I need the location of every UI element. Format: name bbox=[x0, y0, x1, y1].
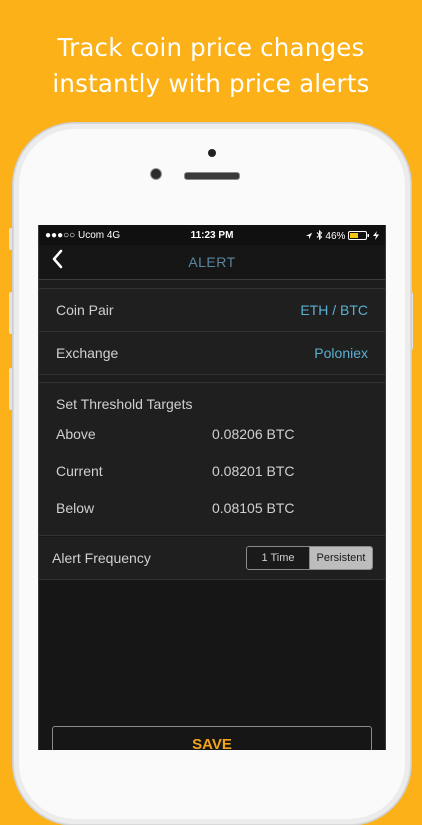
alert-frequency-label: Alert Frequency bbox=[52, 550, 151, 566]
location-arrow-icon bbox=[305, 232, 313, 240]
headline-line-2: instantly with price alerts bbox=[52, 69, 370, 98]
threshold-row-current: Current 0.08201 BTC bbox=[56, 463, 376, 483]
exchange-label: Exchange bbox=[56, 345, 119, 361]
exchange-value[interactable]: Poloniex bbox=[314, 345, 368, 361]
battery-icon bbox=[348, 231, 370, 240]
status-right: 46% bbox=[305, 229, 379, 242]
frequency-option-one-time[interactable]: 1 Time bbox=[247, 547, 310, 569]
earpiece-speaker bbox=[184, 172, 240, 180]
threshold-label: Below bbox=[56, 500, 95, 516]
page-title: ALERT bbox=[188, 254, 236, 270]
threshold-value: 0.08201 BTC bbox=[212, 463, 295, 479]
threshold-label: Above bbox=[56, 426, 96, 442]
threshold-title: Set Threshold Targets bbox=[56, 396, 193, 412]
section-gap bbox=[39, 375, 385, 382]
promo-headline: Track coin price changes instantly with … bbox=[0, 30, 422, 102]
coin-pair-label: Coin Pair bbox=[56, 302, 114, 318]
proximity-sensor bbox=[208, 149, 216, 157]
alert-frequency-segmented-control[interactable]: 1 Time Persistent bbox=[246, 546, 373, 570]
charging-bolt-icon bbox=[373, 231, 379, 240]
status-bar: ●●●○○ Ucom 4G 11:23 PM 46% bbox=[39, 225, 385, 245]
alert-frequency-row: Alert Frequency 1 Time Persistent bbox=[39, 537, 385, 580]
threshold-value[interactable]: 0.08105 BTC bbox=[212, 500, 295, 516]
headline-line-1: Track coin price changes bbox=[57, 33, 365, 62]
threshold-value[interactable]: 0.08206 BTC bbox=[212, 426, 295, 442]
exchange-row[interactable]: Exchange Poloniex bbox=[39, 331, 385, 375]
section-gap bbox=[39, 280, 385, 288]
threshold-section: Set Threshold Targets Above 0.08206 BTC … bbox=[39, 382, 385, 536]
app-screen: ●●●○○ Ucom 4G 11:23 PM 46% ALERT Coin Pa… bbox=[38, 225, 386, 750]
threshold-row-below[interactable]: Below 0.08105 BTC bbox=[56, 500, 376, 520]
frequency-option-persistent[interactable]: Persistent bbox=[310, 547, 372, 569]
bluetooth-icon bbox=[316, 229, 322, 241]
coin-pair-row[interactable]: Coin Pair ETH / BTC bbox=[39, 288, 385, 331]
nav-bar: ALERT bbox=[39, 245, 385, 279]
threshold-row-above[interactable]: Above 0.08206 BTC bbox=[56, 426, 376, 446]
threshold-label: Current bbox=[56, 463, 103, 479]
front-camera bbox=[151, 169, 161, 179]
coin-pair-value[interactable]: ETH / BTC bbox=[300, 302, 368, 318]
save-button[interactable]: SAVE bbox=[52, 726, 372, 750]
battery-percent: 46% bbox=[325, 231, 346, 242]
